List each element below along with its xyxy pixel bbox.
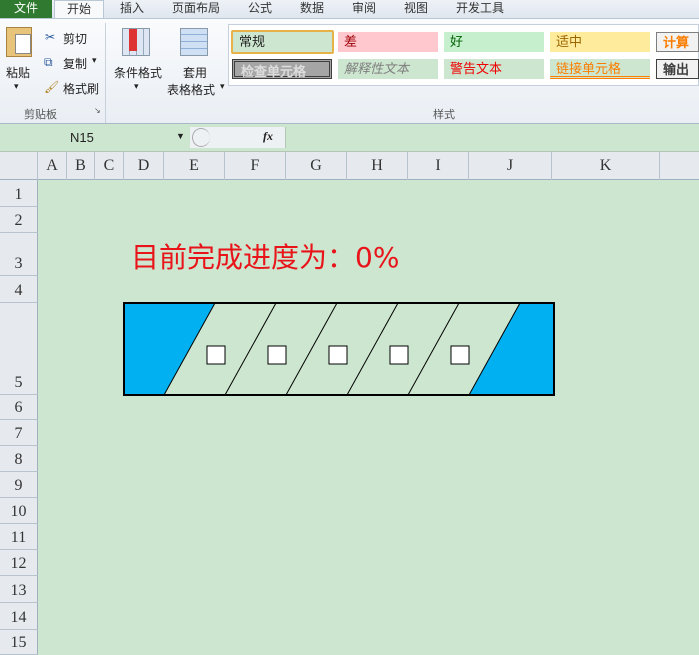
segment-checkbox xyxy=(267,345,287,365)
segment-checkbox xyxy=(389,345,409,365)
segment-checkbox xyxy=(450,345,470,365)
segment-checkbox xyxy=(206,345,226,365)
segment-checkbox xyxy=(328,345,348,365)
progress-bar-shape[interactable] xyxy=(0,0,699,655)
